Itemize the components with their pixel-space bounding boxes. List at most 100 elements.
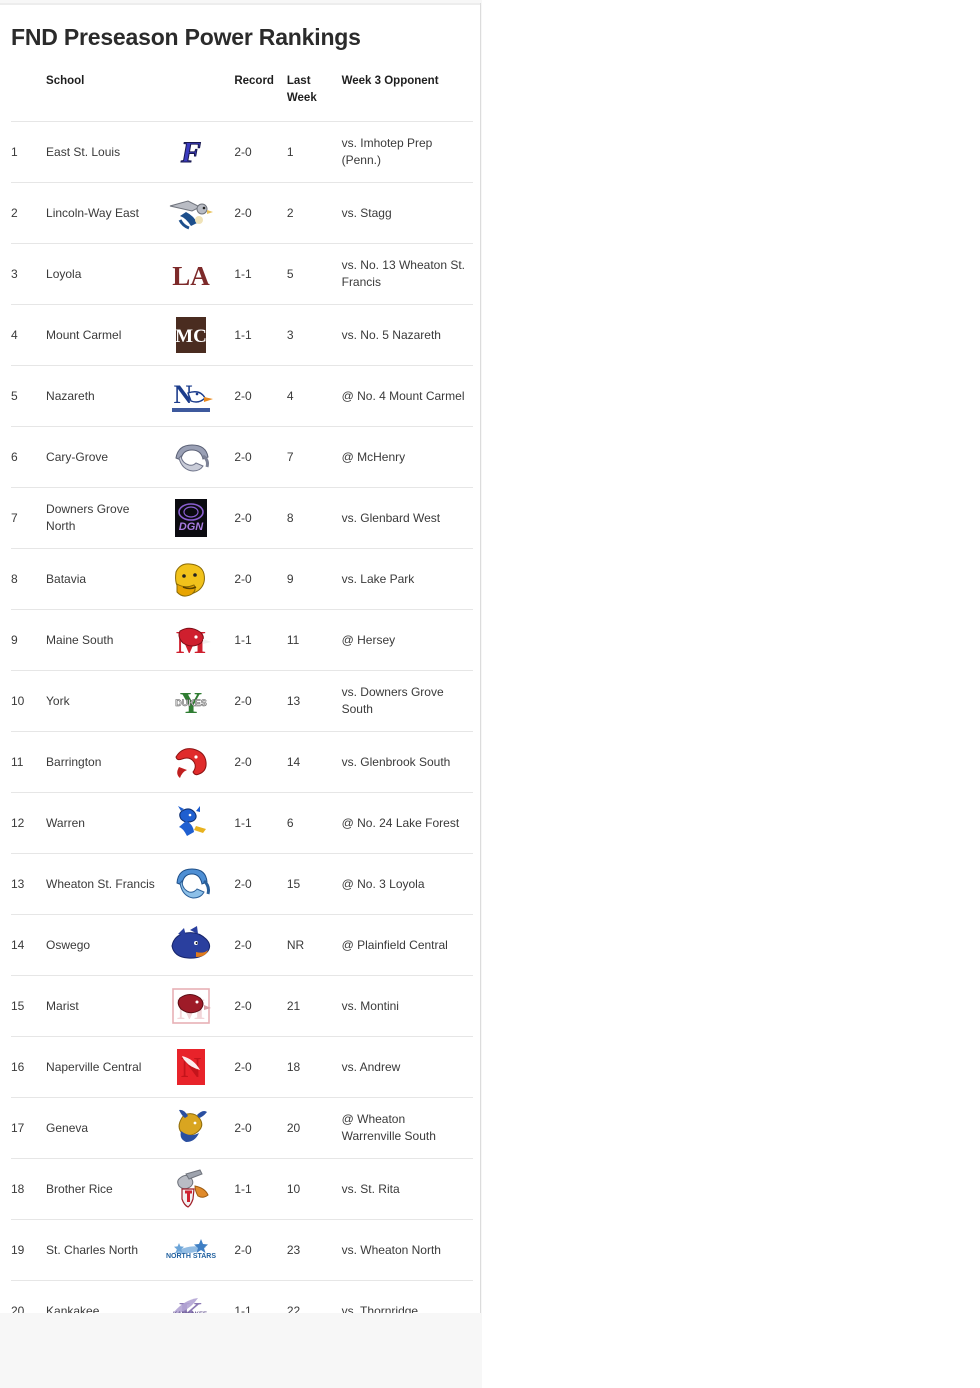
table-row[interactable]: 4 Mount Carmel MC 1-1 3 vs. No. 5 Nazareth	[11, 304, 473, 366]
lincoln-way-east-griffins-logo	[166, 192, 216, 234]
svg-text:F: F	[180, 136, 201, 169]
school-name[interactable]: Downers Grove North	[46, 487, 167, 549]
school-name[interactable]: Marist	[46, 975, 167, 1037]
last-week-cell: NR	[286, 914, 342, 976]
column-header-last-week: Last Week	[286, 75, 317, 104]
school-logo-cell	[166, 426, 235, 488]
school-name[interactable]: East St. Louis	[46, 121, 167, 183]
svg-text:NORTH STARS: NORTH STARS	[166, 1253, 216, 1260]
opponent-cell: vs. Wheaton North	[341, 1219, 473, 1281]
rank-cell: 15	[11, 975, 47, 1037]
school-logo-cell: F	[166, 121, 235, 183]
last-week-cell: 23	[286, 1219, 342, 1281]
table-row[interactable]: 8 Batavia 2-0 9 vs. Lake Park	[11, 548, 473, 610]
east-st-louis-flyers-logo: F	[166, 131, 216, 173]
table-row[interactable]: 17 Geneva 2-0 20 @ Wheaton Warrenville South	[11, 1097, 473, 1159]
school-logo-cell: M	[166, 609, 235, 671]
last-week-cell: 3	[286, 304, 342, 366]
rank-cell: 8	[11, 548, 47, 610]
table-row[interactable]: 10 York Y DUKES 2-0 13 vs. Downers Grove South	[11, 670, 473, 732]
school-name[interactable]: Naperville Central	[46, 1036, 167, 1098]
opponent-cell: vs. No. 5 Nazareth	[341, 304, 473, 366]
last-week-cell: 21	[286, 975, 342, 1037]
opponent-cell: vs. No. 13 Wheaton St. Francis	[341, 243, 473, 305]
opponent-cell: vs. St. Rita	[341, 1158, 473, 1220]
last-week-cell: 7	[286, 426, 342, 488]
svg-text:MC: MC	[176, 326, 208, 347]
table-row[interactable]: 14 Oswego 2-0 NR @ Plainfield Central	[11, 914, 473, 976]
school-logo-cell	[166, 182, 235, 244]
school-logo-cell: DGN	[166, 487, 235, 549]
school-name[interactable]: Nazareth	[46, 365, 167, 427]
school-name[interactable]: St. Charles North	[46, 1219, 167, 1281]
record-cell: 2-0	[234, 121, 287, 183]
opponent-cell: @ McHenry	[341, 426, 473, 488]
record-cell: 2-0	[234, 426, 287, 488]
last-week-cell: 6	[286, 792, 342, 854]
school-name[interactable]: Geneva	[46, 1097, 167, 1159]
rankings-table: School Record Last Week Week 3 Opponent …	[11, 65, 473, 1313]
table-row[interactable]: 5 Nazareth N 2-0 4 @ No. 4 Mount Carmel	[11, 365, 473, 427]
table-row[interactable]: 13 Wheaton St. Francis 2-0 15 @ No. 3 Loyola	[11, 853, 473, 915]
table-row[interactable]: 18 Brother Rice 1-1 10 vs. St. Rita	[11, 1158, 473, 1220]
record-cell: 1-1	[234, 304, 287, 366]
table-row[interactable]: 16 Naperville Central N 2-0 18 vs. Andrew	[11, 1036, 473, 1098]
record-cell: 1-1	[234, 1280, 287, 1313]
school-name[interactable]: Kankakee	[46, 1280, 167, 1313]
school-name[interactable]: Cary-Grove	[46, 426, 167, 488]
last-week-cell: 22	[286, 1280, 342, 1313]
table-row[interactable]: 6 Cary-Grove 2-0 7 @ McHenry	[11, 426, 473, 488]
opponent-cell: @ No. 3 Loyola	[341, 853, 473, 915]
opponent-cell: @ Wheaton Warrenville South	[341, 1097, 473, 1159]
table-row[interactable]: 20KankakeeKKANKAKEE 1-122vs. Thornridge	[11, 1280, 473, 1313]
table-row[interactable]: 7 Downers Grove North DGN 2-0 8 vs. Glenbard …	[11, 487, 473, 549]
record-cell: 2-0	[234, 853, 287, 915]
school-logo-cell: KKANKAKEE	[166, 1280, 235, 1313]
school-name[interactable]: York	[46, 670, 167, 732]
record-cell: 2-0	[234, 914, 287, 976]
opponent-cell: vs. Lake Park	[341, 548, 473, 610]
record-cell: 1-1	[234, 1158, 287, 1220]
naperville-central-redhawks-logo: N	[166, 1046, 216, 1088]
brother-rice-crusaders-logo	[166, 1168, 216, 1210]
table-row[interactable]: 3 Loyola LA 1-1 5 vs. No. 13 Wheaton St. Fran…	[11, 243, 473, 305]
table-row[interactable]: 19 St. Charles North NORTH STARS 2-0 23 vs. W…	[11, 1219, 473, 1281]
school-name[interactable]: Brother Rice	[46, 1158, 167, 1220]
column-header-opponent: Week 3 Opponent	[341, 75, 439, 87]
table-row[interactable]: 9Maine SouthM 1-111@ Hersey	[11, 609, 473, 671]
last-week-cell: 15	[286, 853, 342, 915]
school-name[interactable]: Loyola	[46, 243, 167, 305]
school-name[interactable]: Mount Carmel	[46, 304, 167, 366]
card-top-divider	[0, 3, 480, 5]
opponent-cell: @ Hersey	[341, 609, 473, 671]
school-name[interactable]: Lincoln-Way East	[46, 182, 167, 244]
school-name[interactable]: Barrington	[46, 731, 167, 793]
school-logo-cell	[166, 731, 235, 793]
record-cell: 2-0	[234, 975, 287, 1037]
svg-text:LA: LA	[173, 261, 211, 291]
school-name[interactable]: Oswego	[46, 914, 167, 976]
record-cell: 2-0	[234, 670, 287, 732]
table-row[interactable]: 1 East St. Louis F 2-0 1 vs. Imhotep Prep (Pe…	[11, 121, 473, 183]
opponent-cell: @ No. 24 Lake Forest	[341, 792, 473, 854]
school-name[interactable]: Wheaton St. Francis	[46, 853, 167, 915]
rank-cell: 4	[11, 304, 47, 366]
record-cell: 1-1	[234, 243, 287, 305]
york-dukes-logo: Y DUKES	[166, 680, 216, 722]
last-week-cell: 14	[286, 731, 342, 793]
opponent-cell: vs. Downers Grove South	[341, 670, 473, 732]
page-root: FND Preseason Power Rankings School Reco…	[0, 0, 980, 1388]
school-name[interactable]: Warren	[46, 792, 167, 854]
svg-text:DUKES: DUKES	[176, 698, 208, 708]
school-name[interactable]: Batavia	[46, 548, 167, 610]
rank-cell: 14	[11, 914, 47, 976]
table-row[interactable]: 15MaristM 2-021vs. Montini	[11, 975, 473, 1037]
school-name[interactable]: Maine South	[46, 609, 167, 671]
school-logo-cell	[166, 1097, 235, 1159]
table-row[interactable]: 11 Barrington 2-0 14 vs. Glenbrook South	[11, 731, 473, 793]
table-row[interactable]: 2 Lincoln-Way East 2-0 2 vs. Stagg	[11, 182, 473, 244]
rank-cell: 7	[11, 487, 47, 549]
last-week-cell: 9	[286, 548, 342, 610]
table-row[interactable]: 12 Warren 1-1 6 @ No. 24 Lake Forest	[11, 792, 473, 854]
rank-cell: 17	[11, 1097, 47, 1159]
